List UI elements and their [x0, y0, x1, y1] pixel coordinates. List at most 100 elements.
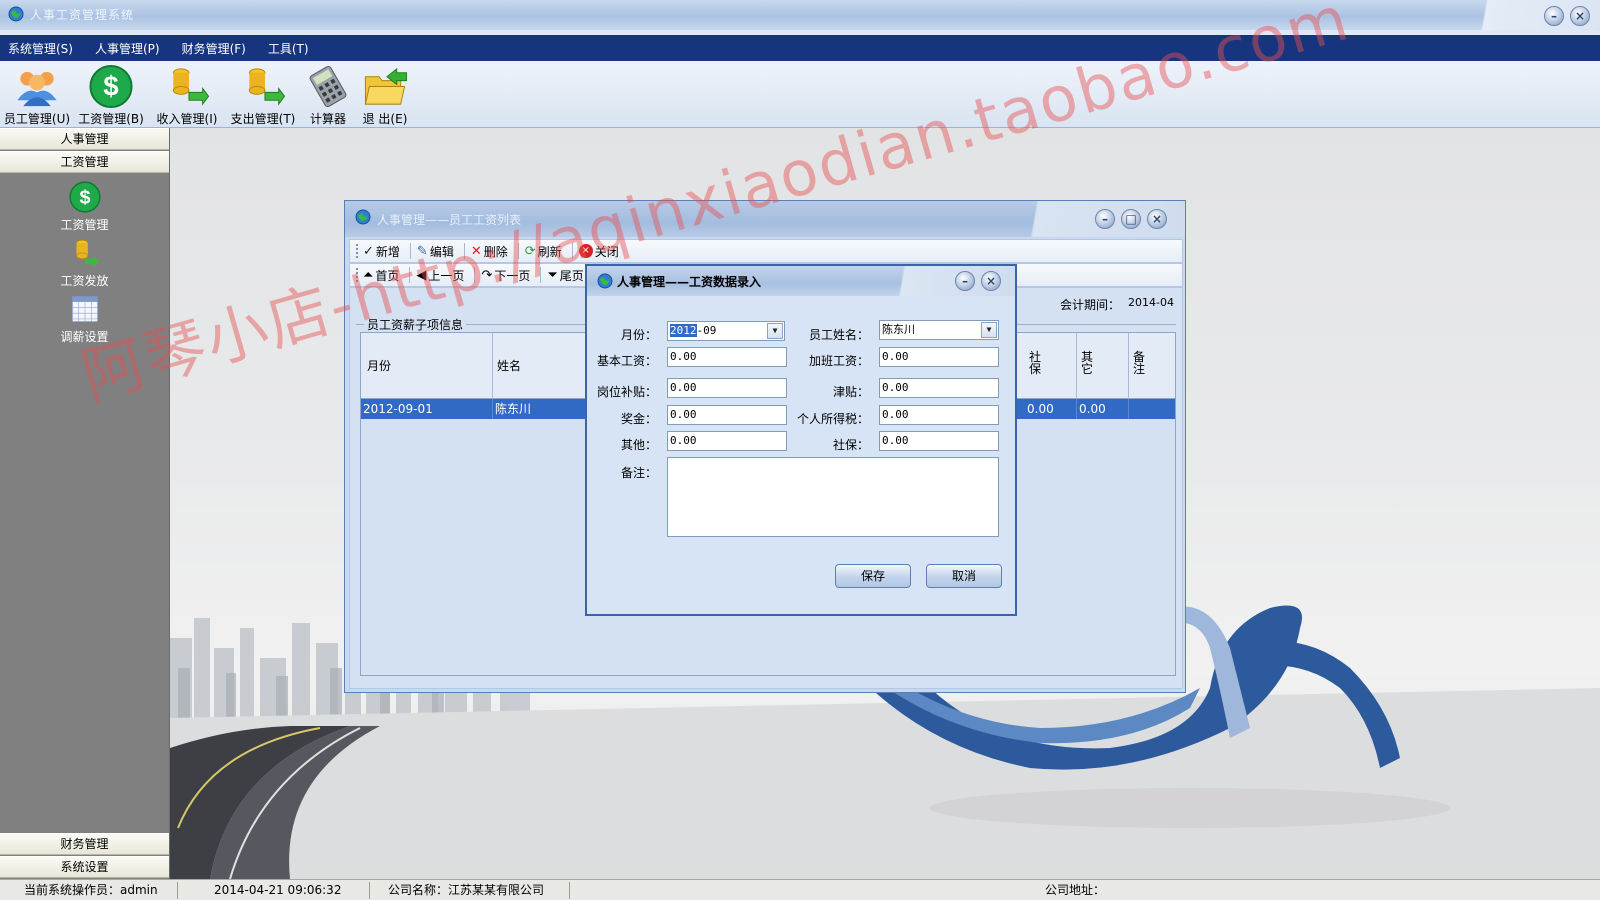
minimize-button[interactable]: – — [1544, 6, 1564, 26]
note-textarea[interactable] — [667, 457, 999, 537]
group-title: 员工资薪子项信息 — [364, 316, 467, 333]
toolbar-grip — [356, 244, 359, 258]
period-value: 2014-04 — [1128, 296, 1174, 309]
separator — [474, 267, 476, 283]
column-header-other[interactable]: 其它 — [1077, 333, 1129, 399]
overtime-pay-input[interactable]: 0.00 — [879, 347, 999, 367]
sidebar-item-payout[interactable]: 工资发放 — [0, 236, 169, 289]
month-select[interactable]: 2012-09 ▼ — [667, 321, 785, 341]
column-header-name[interactable]: 姓名 — [493, 333, 593, 399]
first-page-button[interactable]: ⏶ 首页 — [363, 267, 399, 284]
cell-social: 0.00 — [1025, 399, 1077, 419]
separator — [517, 243, 519, 259]
close-window-button[interactable]: × 关闭 — [578, 243, 619, 260]
prev-page-label: 上一页 — [428, 268, 465, 283]
income-tax-input[interactable]: 0.00 — [879, 405, 999, 425]
sidebar-header-personnel[interactable]: 人事管理 — [0, 128, 169, 150]
cancel-button[interactable]: 取消 — [926, 564, 1002, 588]
new-button[interactable]: ✓ 新增 — [363, 243, 400, 260]
toolbar-calculator-button[interactable]: 计算器 — [304, 61, 352, 127]
globe-icon — [8, 6, 24, 22]
app-titlebar: 人事工资管理系统 – × — [0, 0, 1600, 30]
edit-label: 编辑 — [429, 244, 454, 259]
close-button[interactable]: × — [1570, 6, 1590, 26]
separator — [463, 243, 465, 259]
base-salary-label: 基本工资： — [596, 354, 657, 368]
toolbar-calculator-label: 计算器 — [309, 112, 346, 126]
other-label: 其他： — [620, 438, 657, 452]
app-title: 人事工资管理系统 — [30, 8, 135, 22]
other-input[interactable]: 0.00 — [667, 431, 787, 451]
chevron-down-icon[interactable]: ▼ — [767, 323, 783, 339]
minimize-icon: – — [1102, 212, 1108, 226]
sidebar: 人事管理 工资管理 $ 工资管理 工资发放 调薪设置 财务管理 系统设置 — [0, 128, 170, 879]
menu-tools[interactable]: 工具(T) — [268, 40, 309, 57]
last-page-label: 尾页 — [559, 268, 584, 283]
inner-close-button[interactable]: × — [1147, 209, 1167, 229]
refresh-icon: ⟳ — [524, 243, 536, 259]
first-page-icon: ⏶ — [363, 267, 374, 283]
status-address: 公司地址： — [1045, 883, 1106, 897]
sidebar-item-salary[interactable]: $ 工资管理 — [0, 180, 169, 233]
toolbar-income-label: 收入管理(I) — [156, 112, 218, 126]
status-operator: 当前系统操作员：admin — [24, 882, 178, 899]
menu-system[interactable]: 系统管理(S) — [8, 40, 73, 57]
dialog-close-button[interactable]: × — [981, 271, 1001, 291]
calculator-icon — [309, 65, 347, 108]
sidebar-header-system[interactable]: 系统设置 — [0, 856, 169, 878]
toolbar-exit-button[interactable]: 退 出(E) — [358, 61, 412, 127]
delete-button[interactable]: ✕ 删除 — [471, 243, 508, 260]
column-header-month[interactable]: 月份 — [361, 333, 493, 399]
status-company: 公司名称：江苏某某有限公司 — [388, 882, 570, 899]
save-button[interactable]: 保存 — [835, 564, 911, 588]
dialog-titlebar: 人事管理——工资数据录入 – × — [587, 266, 1015, 296]
exit-folder-icon — [364, 67, 408, 105]
minimize-icon: – — [1551, 9, 1557, 23]
base-salary-input[interactable]: 0.00 — [667, 347, 787, 367]
edit-icon: ✎ — [416, 243, 428, 259]
icon-toolbar: 员工管理(U) $ 工资管理(B) 收入管理(I) 支出管理(T) 计算器 退 … — [0, 61, 1600, 128]
statusbar: 当前系统操作员：admin 2014-04-21 09:06:32 公司名称：江… — [0, 879, 1600, 900]
close-circle-icon: × — [578, 244, 593, 258]
subsidy-input[interactable]: 0.00 — [879, 378, 999, 398]
bonus-input[interactable]: 0.00 — [667, 405, 787, 425]
toolbar-exit-label: 退 出(E) — [362, 112, 408, 126]
menu-finance[interactable]: 财务管理(F) — [182, 40, 246, 57]
next-page-button[interactable]: ↷ 下一页 — [481, 267, 530, 284]
sidebar-header-salary[interactable]: 工资管理 — [0, 151, 169, 173]
dialog-title: 人事管理——工资数据录入 — [617, 275, 762, 289]
prev-page-button[interactable]: ◀ 上一页 — [416, 267, 464, 284]
dollar-icon: $ — [68, 181, 101, 213]
next-page-icon: ↷ — [481, 267, 493, 283]
post-allowance-input[interactable]: 0.00 — [667, 378, 787, 398]
employee-name-label: 员工姓名： — [808, 328, 869, 342]
column-header-social[interactable]: 社保 — [1025, 333, 1077, 399]
toolbar-salary-button[interactable]: $ 工资管理(B) — [76, 61, 146, 127]
salary-list-title: 人事管理——员工工资列表 — [377, 213, 522, 227]
separator — [571, 243, 573, 259]
period-label: 会计期间： — [1060, 298, 1121, 312]
employee-name-select[interactable]: 陈东川 ▼ — [879, 320, 999, 340]
sidebar-header-finance[interactable]: 财务管理 — [0, 833, 169, 855]
sidebar-item-adjust[interactable]: 调薪设置 — [0, 292, 169, 345]
edit-button[interactable]: ✎ 编辑 — [417, 243, 454, 260]
menu-personnel[interactable]: 人事管理(P) — [95, 40, 160, 57]
refresh-button[interactable]: ⟳ 刷新 — [525, 243, 562, 260]
social-security-input[interactable]: 0.00 — [879, 431, 999, 451]
cell-other: 0.00 — [1077, 399, 1129, 419]
coins-in-icon — [172, 68, 210, 106]
separator — [540, 267, 542, 283]
coins-out-icon — [248, 68, 286, 106]
toolbar-income-button[interactable]: 收入管理(I) — [152, 61, 222, 127]
inner-maximize-button[interactable]: □ — [1121, 209, 1141, 229]
inner-minimize-button[interactable]: – — [1095, 209, 1115, 229]
column-header-note[interactable]: 备注 — [1129, 333, 1177, 399]
separator — [409, 243, 411, 259]
toolbar-expense-button[interactable]: 支出管理(T) — [228, 61, 298, 127]
last-page-button[interactable]: ⏷ 尾页 — [547, 267, 583, 284]
toolbar-staff-button[interactable]: 员工管理(U) — [4, 61, 70, 127]
dialog-minimize-button[interactable]: – — [955, 271, 975, 291]
chevron-down-icon[interactable]: ▼ — [981, 322, 997, 338]
first-page-label: 首页 — [375, 268, 400, 283]
cell-name: 陈东川 — [493, 399, 593, 419]
